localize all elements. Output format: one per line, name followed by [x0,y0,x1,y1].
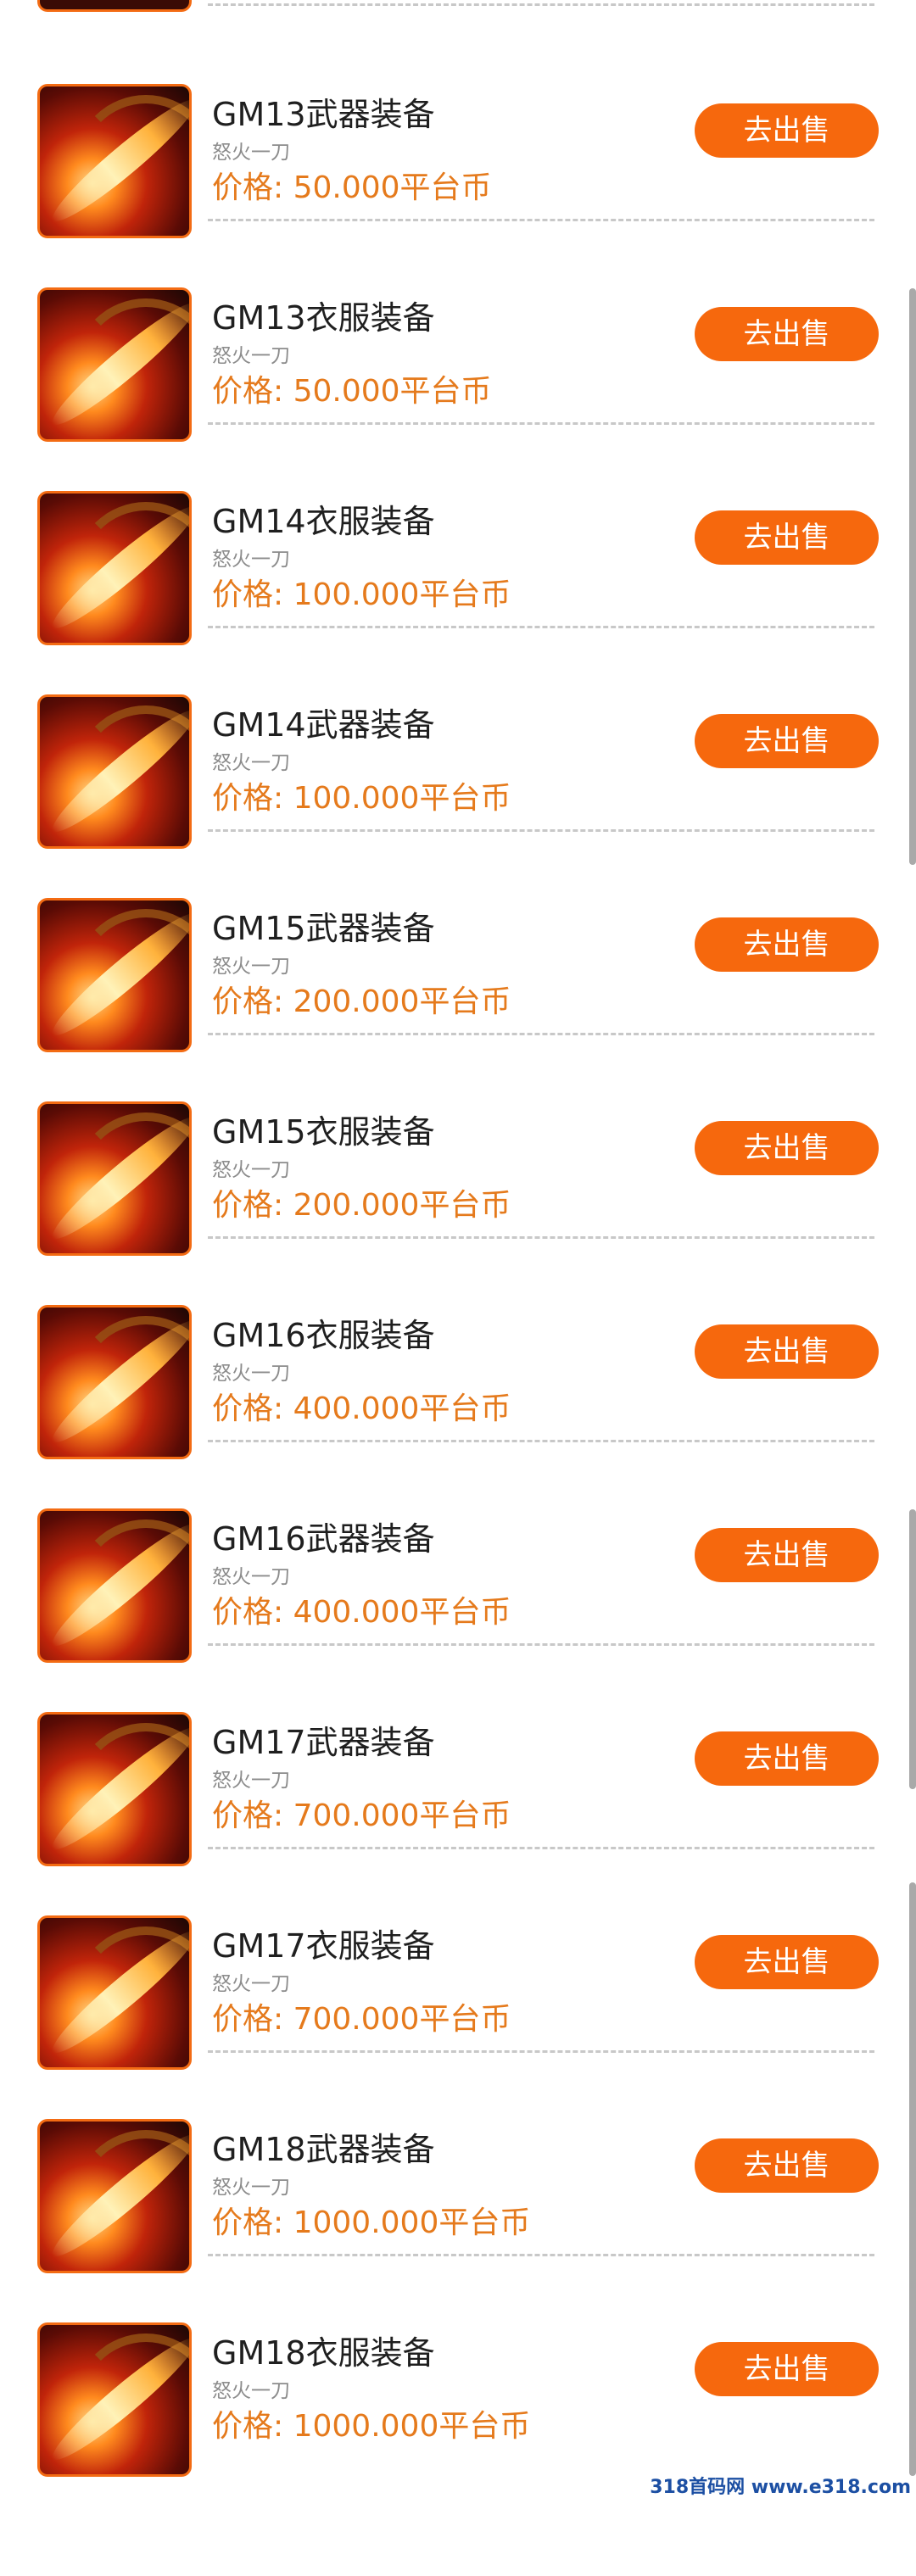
sell-button[interactable]: 去出售 [695,103,879,158]
divider [208,1847,874,1849]
item-title: GM14衣服装备 [212,503,435,540]
item-title: GM17武器装备 [212,1724,435,1761]
divider [208,2254,874,2256]
item-price: 价格: 100.000平台币 [212,577,511,612]
item-thumbnail[interactable] [37,1712,192,1866]
item-thumbnail[interactable] [37,491,192,645]
item-price: 价格: 200.000平台币 [212,984,511,1019]
divider [208,626,874,628]
item-price: 价格: 700.000平台币 [212,2002,511,2037]
item-title: GM15衣服装备 [212,1113,435,1151]
sell-button[interactable]: 去出售 [695,1935,879,1989]
item-subtitle: 怒火一刀 [212,1159,290,1181]
sell-button[interactable]: 去出售 [695,714,879,768]
item-price: 价格: 400.000平台币 [212,1595,511,1630]
item-subtitle: 怒火一刀 [212,752,290,774]
item-subtitle: 怒火一刀 [212,2380,290,2402]
item-title: GM13武器装备 [212,96,435,133]
sell-button[interactable]: 去出售 [695,917,879,972]
sell-button[interactable]: 去出售 [695,1731,879,1786]
item-subtitle: 怒火一刀 [212,2177,290,2199]
item-title: GM16武器装备 [212,1520,435,1558]
item-price: 价格: 1000.000平台币 [212,2409,531,2444]
item-title: GM13衣服装备 [212,299,435,337]
divider [208,1033,874,1035]
divider [208,1643,874,1646]
sell-button[interactable]: 去出售 [695,1528,879,1582]
divider [208,1440,874,1442]
item-thumbnail[interactable] [37,1915,192,2070]
previous-item-thumbnail[interactable] [37,0,192,12]
sell-button[interactable]: 去出售 [695,307,879,361]
scrollbar[interactable] [909,1509,916,1789]
item-price: 价格: 1000.000平台币 [212,2205,531,2240]
item-title: GM15武器装备 [212,910,435,947]
item-thumbnail[interactable] [37,1305,192,1459]
item-thumbnail[interactable] [37,1101,192,1256]
divider [208,422,874,425]
item-subtitle: 怒火一刀 [212,1770,290,1792]
divider [208,2050,874,2053]
item-subtitle: 怒火一刀 [212,549,290,571]
scrollbar[interactable] [909,288,916,865]
item-price: 价格: 50.000平台币 [212,170,492,205]
watermark-text: 318首码网 www.e318.com [650,2477,911,2498]
item-subtitle: 怒火一刀 [212,956,290,978]
item-title: GM17衣服装备 [212,1927,435,1965]
item-subtitle: 怒火一刀 [212,1363,290,1385]
scrollbar[interactable] [909,1882,916,2476]
item-subtitle: 怒火一刀 [212,1566,290,1588]
item-price: 价格: 700.000平台币 [212,1798,511,1833]
item-thumbnail[interactable] [37,898,192,1052]
item-price: 价格: 200.000平台币 [212,1188,511,1223]
sell-button[interactable]: 去出售 [695,1324,879,1379]
item-subtitle: 怒火一刀 [212,345,290,367]
item-price: 价格: 100.000平台币 [212,781,511,816]
item-title: GM16衣服装备 [212,1317,435,1354]
item-subtitle: 怒火一刀 [212,1973,290,1995]
item-thumbnail[interactable] [37,2119,192,2273]
sell-button[interactable]: 去出售 [695,510,879,565]
item-thumbnail[interactable] [37,694,192,849]
item-subtitle: 怒火一刀 [212,142,290,164]
divider [208,3,874,6]
item-price: 价格: 400.000平台币 [212,1391,511,1426]
sell-button[interactable]: 去出售 [695,2138,879,2193]
sell-button[interactable]: 去出售 [695,2342,879,2396]
item-title: GM18衣服装备 [212,2334,435,2372]
item-thumbnail[interactable] [37,84,192,238]
divider [208,219,874,221]
item-price: 价格: 50.000平台币 [212,374,492,409]
divider [208,1236,874,1239]
item-title: GM18武器装备 [212,2131,435,2168]
sell-button[interactable]: 去出售 [695,1121,879,1175]
item-thumbnail[interactable] [37,287,192,442]
item-thumbnail[interactable] [37,1508,192,1663]
item-thumbnail[interactable] [37,2322,192,2477]
divider [208,829,874,832]
item-title: GM14武器装备 [212,706,435,744]
